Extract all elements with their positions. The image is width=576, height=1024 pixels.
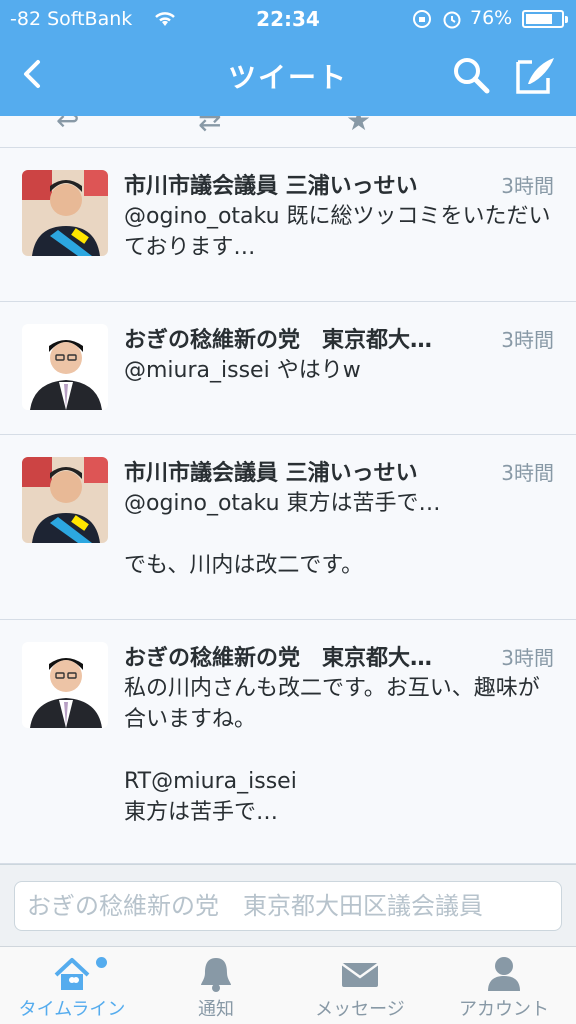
tweet-row[interactable]: 市川市議会議員 三浦いっせい 3時間 @ogino_otaku 東方は苦手で… … xyxy=(0,435,576,620)
tab-label: 通知 xyxy=(198,999,234,1020)
tweet-time: 3時間 xyxy=(501,646,554,670)
author-name[interactable]: 市川市議会議員 三浦いっせい xyxy=(124,455,418,487)
tab-label: メッセージ xyxy=(315,999,405,1020)
tweet-row[interactable]: おぎの稔維新の党 東京都大… 3時間 私の川内さんも改二です。お互い、趣味が合い… xyxy=(0,620,576,864)
compose-tweet-icon[interactable] xyxy=(514,54,558,96)
tweet-text: 私の川内さんも改二です。お互い、趣味が合いますね。 RT@miura_issei… xyxy=(124,676,540,825)
tweet-row[interactable]: 市川市議会議員 三浦いっせい 3時間 @ogino_otaku 既に総ツッコミを… xyxy=(0,148,576,302)
nav-bar: ツイート xyxy=(0,38,576,116)
top-bar: -82 SoftBank 22:34 76% ツイート xyxy=(0,0,576,116)
rotation-lock-icon xyxy=(410,8,434,35)
author-name[interactable]: おぎの稔維新の党 東京都大… xyxy=(124,640,432,672)
home-icon xyxy=(52,955,92,993)
reply-icon[interactable]: ↩ xyxy=(56,116,79,137)
bell-icon xyxy=(196,955,236,993)
tab-label: アカウント xyxy=(459,999,549,1020)
envelope-icon xyxy=(340,955,380,993)
avatar[interactable] xyxy=(22,642,108,728)
author-name[interactable]: おぎの稔維新の党 東京都大… xyxy=(124,322,432,354)
reply-input[interactable]: おぎの稔維新の党 東京都大田区議会議員 xyxy=(14,881,562,931)
alarm-icon xyxy=(440,8,464,35)
reply-bar: おぎの稔維新の党 東京都大田区議会議員 xyxy=(0,864,576,946)
tab-notifications[interactable]: 通知 xyxy=(144,947,288,1024)
avatar[interactable] xyxy=(22,170,108,256)
tweet-row[interactable]: おぎの稔維新の党 東京都大… 3時間 @miura_issei やはりw xyxy=(0,302,576,435)
tab-label: タイムライン xyxy=(18,999,126,1020)
tab-messages[interactable]: メッセージ xyxy=(288,947,432,1024)
favorite-icon[interactable]: ★ xyxy=(346,116,371,137)
tweet-time: 3時間 xyxy=(501,328,554,352)
tab-bar: タイムライン 通知 メッセージ アカウント xyxy=(0,946,576,1024)
battery-icon xyxy=(522,10,568,28)
unread-indicator xyxy=(96,957,107,968)
tweet-text: @miura_issei やはりw xyxy=(124,358,361,383)
tweet-text: @ogino_otaku 東方は苦手で… でも、川内は改二です。 xyxy=(124,491,441,578)
avatar[interactable] xyxy=(22,457,108,543)
tweet-actions-strip: ↩ ⇄ ★ xyxy=(0,116,576,148)
avatar[interactable] xyxy=(22,324,108,410)
search-icon[interactable] xyxy=(450,54,492,96)
battery-percent: 76% xyxy=(470,7,513,29)
status-bar: -82 SoftBank 22:34 76% xyxy=(0,0,576,38)
author-name[interactable]: 市川市議会議員 三浦いっせい xyxy=(124,168,418,200)
tweet-time: 3時間 xyxy=(501,461,554,485)
tweet-time: 3時間 xyxy=(501,174,554,198)
tab-account[interactable]: アカウント xyxy=(432,947,576,1024)
tweet-text: @ogino_otaku 既に総ツッコミをいただいております… xyxy=(124,204,551,260)
retweet-icon[interactable]: ⇄ xyxy=(198,116,221,137)
battery-level xyxy=(526,14,552,24)
tab-timeline[interactable]: タイムライン xyxy=(0,947,144,1024)
person-icon xyxy=(484,955,524,993)
